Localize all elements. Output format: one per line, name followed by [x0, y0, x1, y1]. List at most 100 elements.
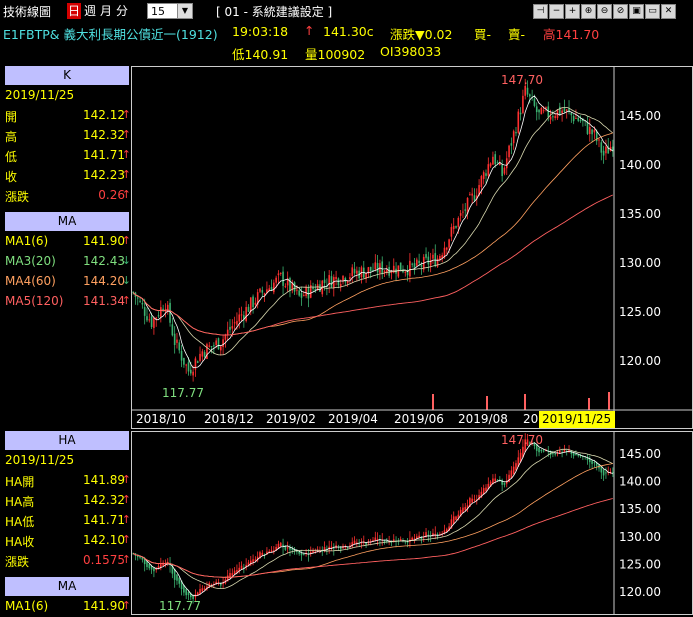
candle-body [388, 266, 390, 276]
k-chart[interactable]: 145.00 140.00 135.00 130.00 125.00 120.0… [131, 66, 693, 429]
candle-body [224, 334, 227, 340]
candle-body [171, 324, 174, 336]
tab-week[interactable]: 週 [83, 3, 97, 19]
candle-body [549, 116, 552, 120]
candle-body [199, 353, 201, 361]
candle-body [185, 364, 188, 366]
candle-body [399, 262, 402, 272]
ha-open-value: 141.89 [83, 473, 125, 487]
ha-chart[interactable]: 145.00 140.00 135.00 130.00 125.00 120.0… [131, 431, 693, 615]
candle-body [289, 547, 291, 550]
candle-body [570, 112, 573, 116]
k-panel-header: K [5, 66, 129, 85]
window-icon[interactable]: ▭ [645, 4, 660, 19]
candle-body [492, 156, 494, 165]
candle-body [591, 129, 593, 135]
candle-body [517, 111, 520, 133]
candle-body [593, 129, 596, 133]
candle-body [418, 260, 420, 264]
candle-body [208, 345, 211, 347]
candle-body [210, 346, 213, 348]
candle-body [136, 297, 139, 299]
candle-body [533, 98, 536, 106]
candle-body [300, 293, 303, 298]
candle-body [330, 276, 333, 288]
candle-body [222, 339, 224, 348]
candle-body [552, 116, 554, 118]
up-arrow-icon: ↑ [121, 553, 131, 566]
minus-icon[interactable]: − [549, 4, 564, 19]
candle-body [206, 344, 208, 359]
moving-average-line [132, 95, 614, 369]
candle-body [141, 302, 144, 305]
candle-body [510, 143, 513, 146]
zoom-in-icon[interactable]: ⊕ [581, 4, 596, 19]
y-tick-label: 145.00 [619, 447, 661, 461]
tab-minute[interactable]: 分 [115, 3, 129, 19]
candle-body [522, 95, 524, 113]
price-change: 漲跌▼0.02 [390, 27, 453, 42]
k-chart-canvas[interactable]: 145.00 140.00 135.00 130.00 125.00 120.0… [132, 67, 692, 428]
candle-body [247, 306, 250, 312]
ha-low-value: 141.71 [83, 513, 125, 527]
k-info-panel: K 2019/11/25 開 142.12 ↑ 高 142.32 ↑ 低 141.71 ↑ … [5, 66, 131, 430]
crosshair-icon[interactable]: ⊘ [613, 4, 628, 19]
setting-label[interactable]: [ 01 - 系統建議設定 ] [216, 3, 332, 20]
tab-month[interactable]: 月 [99, 3, 113, 19]
candle-body [434, 253, 437, 267]
y-tick-label: 130.00 [619, 530, 661, 544]
interval-value: 15 [151, 5, 165, 18]
candle-body [356, 270, 358, 274]
pin-icon[interactable]: ⊣ [533, 4, 548, 19]
candle-body [505, 158, 508, 169]
candle-body [485, 487, 487, 492]
ha-chart-canvas[interactable]: 145.00 140.00 135.00 130.00 125.00 120.0… [132, 432, 692, 614]
candle-body [512, 131, 515, 144]
candle-body [552, 452, 554, 455]
candle-body [503, 167, 506, 174]
chevron-down-icon[interactable]: ▼ [177, 4, 192, 18]
day-high: 高141.70 [543, 27, 600, 42]
ha-ma-panel-header: MA [5, 577, 129, 596]
candle-body [252, 296, 254, 308]
moving-average-line [133, 448, 613, 589]
up-arrow-icon: ↑ [121, 294, 131, 307]
close-icon[interactable]: ✕ [661, 4, 676, 19]
candle-body [323, 279, 326, 283]
ha-ma1-value: 141.90 [83, 599, 125, 613]
candle-body [296, 289, 298, 291]
candle-body [448, 239, 450, 248]
candle-body [303, 553, 305, 555]
candle-body [339, 283, 342, 287]
candle-body [229, 326, 231, 330]
k-low-label: 低 [5, 150, 18, 164]
plus-icon[interactable]: + [565, 4, 580, 19]
candle-body [598, 139, 600, 141]
candle-body [420, 264, 423, 267]
candle-body [157, 315, 160, 317]
candle-body [261, 290, 264, 293]
zoom-out-icon[interactable]: ⊖ [597, 4, 612, 19]
interval-select[interactable]: 15 ▼ [147, 3, 193, 19]
up-arrow-icon: ↑ [121, 473, 131, 486]
candle-body [236, 320, 238, 325]
candle-body [319, 284, 321, 292]
candle-body [432, 254, 434, 259]
up-arrow-icon: ↑ [121, 493, 131, 506]
candle-body [586, 122, 589, 134]
candle-body [183, 357, 185, 365]
save-icon[interactable]: ▣ [629, 4, 644, 19]
ma1-label: MA1(6) [5, 234, 49, 248]
candle-body [286, 547, 289, 549]
ma-panel-header: MA [5, 212, 129, 231]
k-high-value: 142.32 [83, 128, 125, 142]
x-tick-label: 2018/12 [204, 412, 254, 426]
candle-body [192, 371, 194, 376]
k-open-label: 開 [5, 110, 18, 124]
candle-body [485, 173, 487, 176]
x-tick-label: 2019/06 [394, 412, 444, 426]
candle-body [148, 319, 151, 321]
tab-day[interactable]: 日 [67, 3, 82, 19]
candle-body [464, 506, 467, 511]
candle-body [503, 482, 506, 485]
